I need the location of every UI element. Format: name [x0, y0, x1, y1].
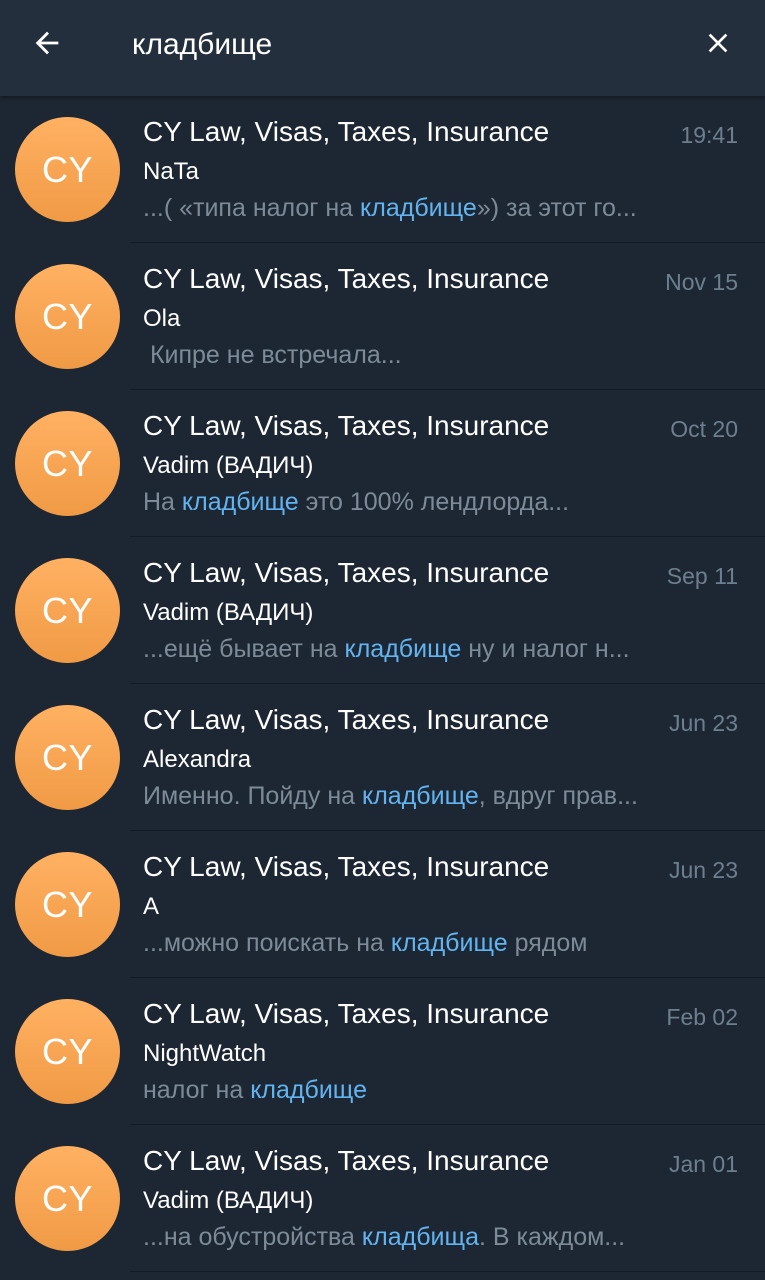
search-match: кладбище [362, 782, 479, 810]
message-date: 19:41 [680, 122, 738, 148]
message-sender: NightWatch [143, 1040, 267, 1067]
preview-text-before: ...можно поискать на [143, 929, 391, 957]
message-preview: налог на кладбище [143, 1076, 733, 1105]
search-match: кладбище [390, 929, 508, 957]
avatar-initials: CY [41, 589, 93, 631]
search-result-row[interactable]: CY CY Law, Visas, Taxes, Insurance Jun 2… [0, 831, 765, 978]
message-date: Jun 23 [668, 710, 738, 736]
message-date: Nov 15 [665, 269, 738, 295]
preview-text-after: это 100% лендлорда... [298, 488, 570, 516]
close-icon [708, 33, 728, 53]
message-preview: Именно. Пойду на кладбище, вдруг прав... [143, 782, 733, 811]
preview-text-before: ...ещё бывает на [143, 635, 345, 663]
search-result-row[interactable]: CY CY Law, Visas, Taxes, Insurance Jun 2… [0, 684, 765, 831]
search-match: кладбище [360, 194, 477, 222]
avatar-initials: CY [41, 295, 93, 337]
avatar-initials: CY [41, 442, 93, 484]
message-sender: Ola [143, 305, 181, 332]
message-date: Feb 02 [666, 1004, 738, 1030]
chat-title: CY Law, Visas, Taxes, Insurance [143, 998, 550, 1029]
search-input[interactable] [132, 16, 652, 74]
avatar-initials: CY [41, 148, 93, 190]
message-preview: ...ещё бывает на кладбище ну и налог н..… [143, 635, 733, 664]
preview-text-after: ») за этот го... [476, 194, 637, 222]
message-preview: Кипре не встречала... [143, 341, 733, 370]
avatar: CY [15, 705, 120, 810]
avatar-initials: CY [41, 1177, 93, 1219]
search-result-row[interactable]: CY CY Law, Visas, Taxes, Insurance Jan 0… [0, 1125, 765, 1272]
message-date: Sep 11 [666, 563, 738, 589]
search-results-list: CY CY Law, Visas, Taxes, Insurance 19:41… [0, 96, 765, 1272]
message-date: Oct 20 [670, 416, 738, 442]
message-date: Jun 23 [668, 857, 738, 883]
message-sender: Vadim (ВАДИЧ) [143, 452, 314, 479]
message-preview: ...на обустройства кладбища. В каждом... [143, 1223, 733, 1252]
chat-title: CY Law, Visas, Taxes, Insurance [143, 851, 550, 882]
preview-text-after: . В каждом... [478, 1223, 626, 1251]
message-preview: ...можно поискать на кладбище рядом [143, 929, 733, 958]
message-sender: NaTa [143, 158, 200, 185]
preview-text-after: ну и налог н... [461, 635, 630, 663]
avatar: CY [15, 558, 120, 663]
preview-text-before: Кипре не встречала... [143, 341, 402, 369]
search-result-row[interactable]: CY CY Law, Visas, Taxes, Insurance Oct 2… [0, 390, 765, 537]
preview-text-before: налог на [143, 1076, 251, 1104]
preview-text-before: ...( «типа налог на [143, 194, 361, 222]
message-preview: ...( «типа налог на кладбище») за этот г… [143, 194, 733, 223]
preview-text-after: , вдруг прав... [478, 782, 638, 810]
avatar: CY [15, 264, 120, 369]
message-sender: Vadim (ВАДИЧ) [143, 599, 314, 626]
avatar: CY [15, 1146, 120, 1251]
clear-search-button[interactable] [689, 14, 747, 72]
preview-text-before: Именно. Пойду на [143, 782, 362, 810]
message-sender: Vadim (ВАДИЧ) [143, 1187, 314, 1214]
message-sender: Alexandra [143, 746, 252, 773]
search-result-row[interactable]: CY CY Law, Visas, Taxes, Insurance Nov 1… [0, 243, 765, 390]
chat-title: CY Law, Visas, Taxes, Insurance [143, 116, 550, 147]
avatar: CY [15, 999, 120, 1104]
message-preview: На кладбище это 100% лендлорда... [143, 488, 733, 517]
chat-title: CY Law, Visas, Taxes, Insurance [143, 557, 550, 588]
avatar-initials: CY [41, 736, 93, 778]
preview-text-before: На [143, 488, 182, 516]
search-result-row[interactable]: CY CY Law, Visas, Taxes, Insurance 19:41… [0, 96, 765, 243]
search-header [0, 0, 765, 96]
avatar: CY [15, 852, 120, 957]
search-match: кладбище [250, 1076, 367, 1104]
back-button[interactable] [18, 14, 76, 72]
avatar: CY [15, 117, 120, 222]
preview-text-before: ...на обустройства [143, 1223, 362, 1251]
avatar-initials: CY [41, 883, 93, 925]
chat-title: CY Law, Visas, Taxes, Insurance [143, 704, 550, 735]
search-result-row[interactable]: CY CY Law, Visas, Taxes, Insurance Sep 1… [0, 537, 765, 684]
avatar-initials: CY [41, 1030, 93, 1072]
search-match: кладбище [181, 488, 299, 516]
chat-title: CY Law, Visas, Taxes, Insurance [143, 263, 550, 294]
message-sender: A [143, 893, 160, 920]
arrow-left-icon [35, 31, 59, 55]
search-match: кладбища [361, 1223, 479, 1251]
preview-text-after: рядом [507, 929, 588, 957]
search-screen: CY CY Law, Visas, Taxes, Insurance 19:41… [0, 0, 765, 1280]
chat-title: CY Law, Visas, Taxes, Insurance [143, 410, 550, 441]
message-date: Jan 01 [668, 1151, 738, 1177]
search-result-row[interactable]: CY CY Law, Visas, Taxes, Insurance Feb 0… [0, 978, 765, 1125]
chat-title: CY Law, Visas, Taxes, Insurance [143, 1145, 550, 1176]
avatar: CY [15, 411, 120, 516]
row-divider [130, 1271, 765, 1272]
search-match: кладбище [344, 635, 462, 663]
